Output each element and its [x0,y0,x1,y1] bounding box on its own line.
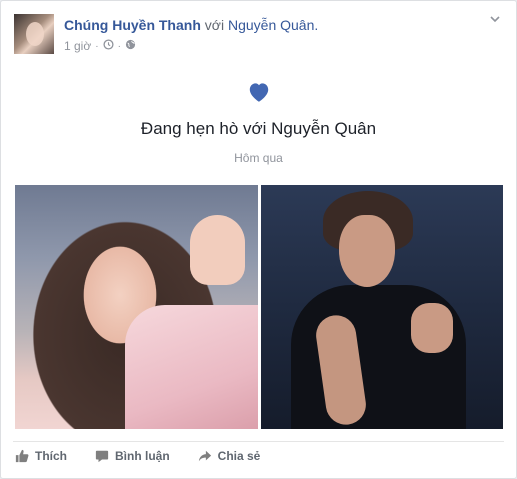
timestamp-link[interactable]: 1 giờ [64,39,91,53]
photo-right-head [339,215,395,287]
author-link[interactable]: Chúng Huyền Thanh [64,17,201,33]
globe-icon[interactable] [125,39,136,53]
photo-left-detail [125,305,258,429]
share-icon [198,450,211,462]
tagged-friend-link[interactable]: Nguyễn Quân. [228,17,318,33]
like-label: Thích [35,449,67,463]
photo-left-hand [190,215,245,285]
photo-left[interactable] [15,185,258,429]
comment-label: Bình luận [115,449,170,463]
separator-dot-2: · [117,40,121,52]
share-button[interactable]: Chia sẻ [198,449,261,463]
like-icon [15,449,29,463]
post-header: Chúng Huyền Thanh với Nguyễn Quân. [64,17,318,33]
like-button[interactable]: Thích [15,449,67,463]
divider [13,441,504,442]
life-event-title: Đang hẹn hò với Nguyễn Quân [140,119,377,138]
photo-right-hand [411,303,453,353]
clock-icon [103,39,114,53]
photo-right[interactable] [261,185,503,429]
comment-button[interactable]: Bình luận [95,449,170,463]
chevron-down-icon[interactable] [488,13,502,27]
heart-icon [246,79,272,105]
action-bar: Thích Bình luận Chia sẻ [15,449,260,463]
avatar[interactable] [14,14,54,54]
share-label: Chia sẻ [217,449,261,463]
with-text: với [204,17,225,33]
post-card: Chúng Huyền Thanh với Nguyễn Quân. 1 giờ… [0,0,517,479]
comment-icon [95,450,109,463]
life-event-date: Hôm qua [234,151,283,165]
separator-dot: · [95,40,99,52]
post-meta: 1 giờ · · [64,39,136,53]
